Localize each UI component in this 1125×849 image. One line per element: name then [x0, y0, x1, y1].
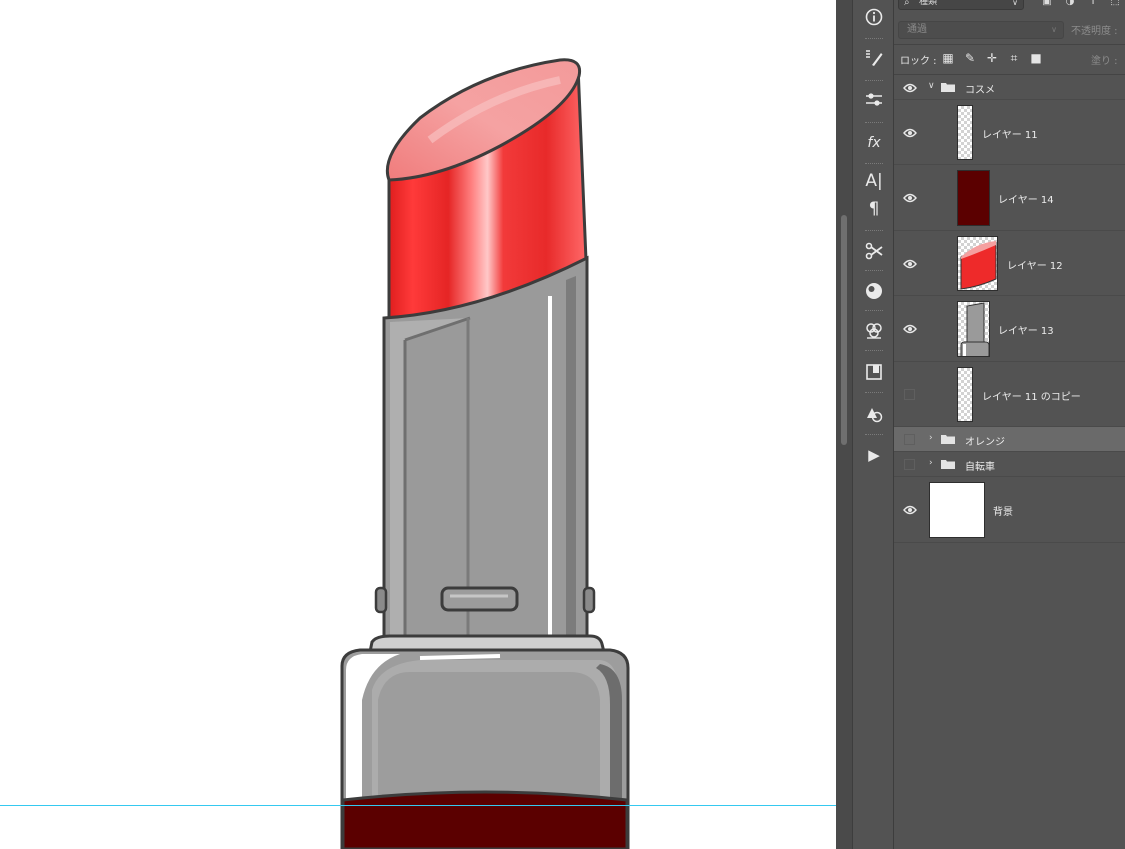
lock-paint-icon[interactable]: ✎: [963, 51, 977, 65]
chevron-down-icon[interactable]: ∨: [928, 81, 935, 91]
layer-thumbnail: [957, 236, 998, 291]
layer-filter-row: ⌕ 種類 ∨ ▣ ◑ T ⬚: [894, 0, 1125, 18]
brush-settings-icon[interactable]: [861, 45, 887, 71]
fill-label: 塗り :: [1091, 56, 1118, 67]
shape-filter-icon[interactable]: ⬚: [1109, 0, 1121, 7]
layer-thumbnail: [957, 170, 990, 226]
eye-icon[interactable]: [903, 192, 917, 204]
paragraph-icon[interactable]: ¶: [861, 196, 887, 222]
type-filter-icon[interactable]: T: [1087, 0, 1099, 7]
folder-icon: [941, 83, 955, 92]
lock-all-icon[interactable]: ■: [1029, 51, 1043, 65]
guide-line: [0, 805, 836, 806]
layer-row[interactable]: レイヤー 12: [894, 231, 1125, 296]
search-icon: ⌕: [904, 0, 910, 8]
layer-thumbnail: [957, 367, 973, 422]
document-canvas[interactable]: [0, 0, 836, 849]
layer-row[interactable]: レイヤー 11 のコピー: [894, 362, 1125, 427]
kind-filter-value: 種類: [919, 0, 938, 7]
folder-icon: [941, 435, 955, 444]
layer-name: レイヤー 11: [982, 130, 1038, 141]
lock-transparency-icon[interactable]: ▦: [941, 51, 955, 65]
layer-group-bicycle[interactable]: › 自転車: [894, 452, 1125, 477]
character-icon[interactable]: A|: [861, 168, 887, 194]
eye-icon[interactable]: [903, 323, 917, 335]
layer-name: コスメ: [965, 85, 995, 96]
layer-thumbnail: [957, 301, 990, 357]
opacity-label: 不透明度 :: [1071, 26, 1118, 37]
lock-artboard-icon[interactable]: ⌗: [1007, 51, 1021, 65]
canvas-scrollbar-thumb[interactable]: [841, 215, 847, 445]
fx-icon[interactable]: fx: [861, 130, 887, 156]
chevron-down-icon: ∨: [1012, 0, 1018, 7]
lock-position-icon[interactable]: ✛: [985, 51, 999, 65]
chevron-down-icon: ∨: [1051, 25, 1057, 34]
layers-panel: ⌕ 種類 ∨ ▣ ◑ T ⬚ 通過 ∨ 不透明度 : ロック : ▦ ✎ ✛ ⌗…: [894, 0, 1125, 849]
kind-filter-select[interactable]: ⌕ 種類 ∨: [898, 0, 1024, 10]
eye-icon[interactable]: [903, 258, 917, 270]
info-icon[interactable]: [861, 4, 887, 30]
folder-icon: [941, 460, 955, 469]
visibility-toggle[interactable]: [904, 459, 915, 470]
chevron-right-icon[interactable]: ›: [929, 433, 933, 443]
panel-toolbar: fx A| ¶ ▶: [852, 0, 894, 849]
layer-row[interactable]: レイヤー 14: [894, 165, 1125, 231]
layer-row[interactable]: レイヤー 11: [894, 100, 1125, 165]
eye-icon[interactable]: [903, 504, 917, 516]
layer-thumbnail: [957, 105, 973, 160]
layer-name: 背景: [993, 507, 1013, 518]
eye-icon[interactable]: [903, 82, 917, 94]
lipstick-tube: [382, 255, 589, 642]
eye-icon[interactable]: [903, 127, 917, 139]
shapes-icon[interactable]: [861, 401, 887, 427]
lipstick-illustration: [340, 58, 630, 849]
layer-name: オレンジ: [965, 437, 1005, 448]
pixel-filter-icon[interactable]: ▣: [1041, 0, 1053, 7]
play-icon[interactable]: ▶: [861, 442, 887, 468]
layer-row-background[interactable]: 背景: [894, 477, 1125, 543]
layer-row[interactable]: レイヤー 13: [894, 296, 1125, 362]
lock-label: ロック :: [900, 56, 937, 67]
layer-comps-icon[interactable]: [861, 359, 887, 385]
swatches-adjust-icon[interactable]: [861, 318, 887, 344]
chevron-right-icon[interactable]: ›: [929, 458, 933, 468]
layer-group-orange[interactable]: › オレンジ: [894, 427, 1125, 452]
tool-presets-icon[interactable]: [861, 238, 887, 264]
adjustments-icon[interactable]: [861, 87, 887, 113]
blend-mode-value: 通過: [907, 24, 927, 35]
layer-name: レイヤー 12: [1007, 261, 1063, 272]
adjustment-filter-icon[interactable]: ◑: [1064, 0, 1076, 7]
layer-group-cosme[interactable]: ∨ コスメ: [894, 75, 1125, 100]
layer-name: レイヤー 14: [998, 195, 1054, 206]
visibility-toggle[interactable]: [904, 389, 915, 400]
layer-name: レイヤー 13: [998, 326, 1054, 337]
layer-thumbnail: [929, 482, 985, 538]
tube-slot: [440, 586, 519, 612]
blend-mode-select[interactable]: 通過 ∨: [898, 21, 1064, 39]
layer-name: 自転車: [965, 462, 995, 473]
visibility-toggle[interactable]: [904, 434, 915, 445]
color-sphere-icon[interactable]: [861, 278, 887, 304]
lock-row: ロック : ▦ ✎ ✛ ⌗ ■ 塗り :: [894, 48, 1125, 70]
layer-name: レイヤー 11 のコピー: [982, 392, 1081, 403]
